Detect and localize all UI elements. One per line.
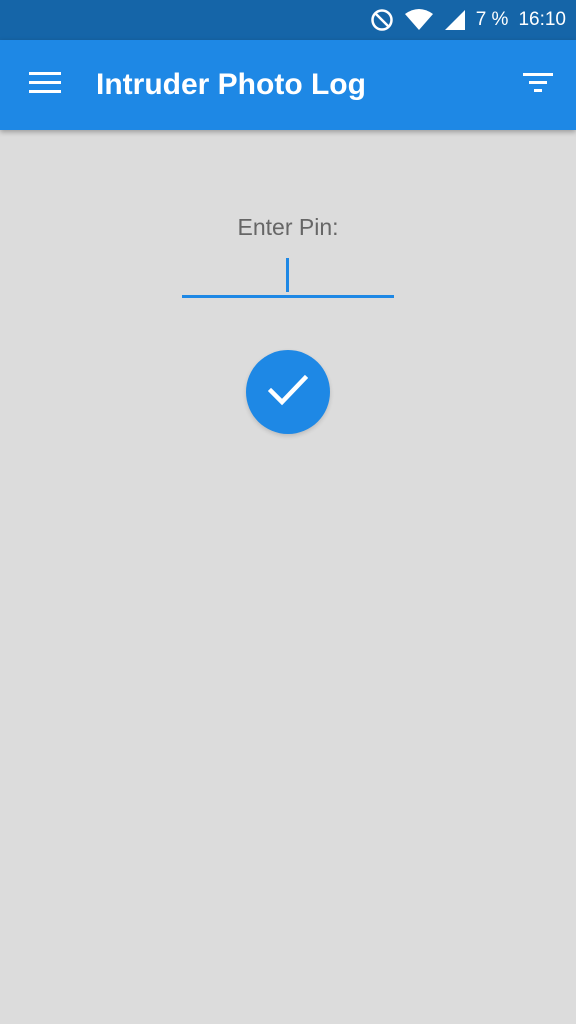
check-icon — [267, 374, 309, 411]
pin-label: Enter Pin: — [237, 214, 339, 240]
app-bar: Intruder Photo Log — [0, 40, 576, 130]
status-icons: 7 % 16:10 — [370, 0, 566, 40]
filter-icon — [523, 72, 553, 99]
pin-input-field[interactable] — [182, 254, 394, 298]
do-not-disturb-icon — [370, 8, 394, 32]
status-bar: 7 % 16:10 — [0, 0, 576, 40]
page-title: Intruder Photo Log — [96, 68, 366, 101]
signal-icon — [444, 9, 466, 31]
hamburger-menu-icon — [29, 71, 61, 99]
battery-level: 7 % — [475, 9, 509, 30]
wifi-icon — [404, 8, 434, 32]
status-time: 16:10 — [518, 9, 566, 30]
text-cursor — [286, 258, 289, 292]
confirm-pin-button[interactable] — [246, 350, 330, 434]
filter-button[interactable] — [514, 62, 562, 108]
pin-entry-screen: Enter Pin: — [0, 130, 576, 1024]
menu-button[interactable] — [18, 62, 72, 108]
